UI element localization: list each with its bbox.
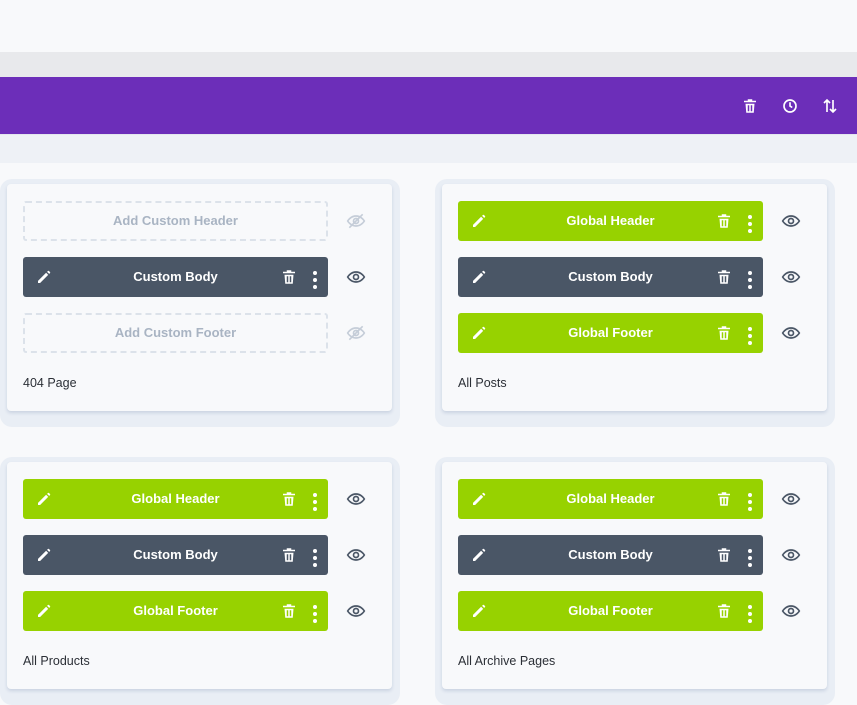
template-header-row[interactable]: Add Custom Header — [23, 201, 328, 241]
template-footer-row[interactable]: Global Footer — [23, 591, 328, 631]
template-body-row[interactable]: Custom Body — [23, 257, 328, 297]
trash-icon[interactable] — [715, 324, 733, 342]
eye-icon[interactable] — [346, 545, 366, 565]
template-footer-row[interactable]: Global Footer — [458, 313, 763, 353]
sub-toolbar — [0, 134, 857, 163]
trash-icon[interactable] — [280, 602, 298, 620]
template-header-label: Add Custom Header — [113, 213, 238, 228]
eye-icon[interactable] — [781, 545, 801, 565]
template-card-title: 404 Page — [23, 376, 77, 390]
history-icon[interactable] — [779, 95, 801, 117]
more-options-icon[interactable] — [745, 490, 755, 511]
template-card-wrapper: Global Header Custom Body Global Footer All… — [435, 457, 835, 705]
trash-icon[interactable] — [280, 490, 298, 508]
template-card-wrapper: Global Header Custom Body Global Footer All… — [0, 457, 400, 705]
trash-icon[interactable] — [715, 490, 733, 508]
more-options-icon[interactable] — [310, 268, 320, 289]
template-card: Global Header Custom Body Global Footer All… — [7, 462, 392, 689]
trash-icon[interactable] — [739, 95, 761, 117]
more-options-icon[interactable] — [745, 324, 755, 345]
eye-icon[interactable] — [781, 601, 801, 621]
trash-icon[interactable] — [280, 546, 298, 564]
trash-icon[interactable] — [715, 268, 733, 286]
template-card: Global Header Custom Body Global Footer All… — [442, 184, 827, 411]
template-header-row[interactable]: Global Header — [458, 479, 763, 519]
template-footer-row[interactable]: Global Footer — [458, 591, 763, 631]
eye-off-icon[interactable] — [346, 211, 366, 231]
template-card: Add Custom Header Custom Body Add Custom F… — [7, 184, 392, 411]
eye-icon[interactable] — [781, 323, 801, 343]
top-strip — [0, 0, 857, 52]
trash-icon[interactable] — [715, 602, 733, 620]
template-card-title: All Products — [23, 654, 90, 668]
eye-icon[interactable] — [346, 267, 366, 287]
more-options-icon[interactable] — [310, 546, 320, 567]
more-options-icon[interactable] — [745, 212, 755, 233]
more-options-icon[interactable] — [310, 602, 320, 623]
template-body-row[interactable]: Custom Body — [458, 257, 763, 297]
more-options-icon[interactable] — [745, 268, 755, 289]
template-card: Global Header Custom Body Global Footer All… — [442, 462, 827, 689]
template-footer-label: Add Custom Footer — [114, 325, 237, 340]
sort-icon[interactable] — [819, 95, 841, 117]
trash-icon[interactable] — [715, 546, 733, 564]
trash-icon[interactable] — [715, 212, 733, 230]
trash-icon[interactable] — [280, 268, 298, 286]
eye-icon[interactable] — [346, 489, 366, 509]
more-options-icon[interactable] — [310, 490, 320, 511]
template-body-row[interactable]: Custom Body — [23, 535, 328, 575]
template-footer-row[interactable]: Add Custom Footer — [23, 313, 328, 353]
eye-icon[interactable] — [781, 267, 801, 287]
eye-off-icon[interactable] — [346, 323, 366, 343]
theme-builder-toolbar — [0, 77, 857, 134]
eye-icon[interactable] — [781, 489, 801, 509]
template-card-title: All Posts — [458, 376, 507, 390]
more-options-icon[interactable] — [745, 602, 755, 623]
admin-bar — [0, 52, 857, 77]
template-card-wrapper: Global Header Custom Body Global Footer All… — [435, 179, 835, 427]
template-header-row[interactable]: Global Header — [458, 201, 763, 241]
more-options-icon[interactable] — [745, 546, 755, 567]
template-header-row[interactable]: Global Header — [23, 479, 328, 519]
template-card-wrapper: Add Custom Header Custom Body Add Custom F… — [0, 179, 400, 427]
template-card-title: All Archive Pages — [458, 654, 556, 668]
template-body-row[interactable]: Custom Body — [458, 535, 763, 575]
eye-icon[interactable] — [781, 211, 801, 231]
eye-icon[interactable] — [346, 601, 366, 621]
